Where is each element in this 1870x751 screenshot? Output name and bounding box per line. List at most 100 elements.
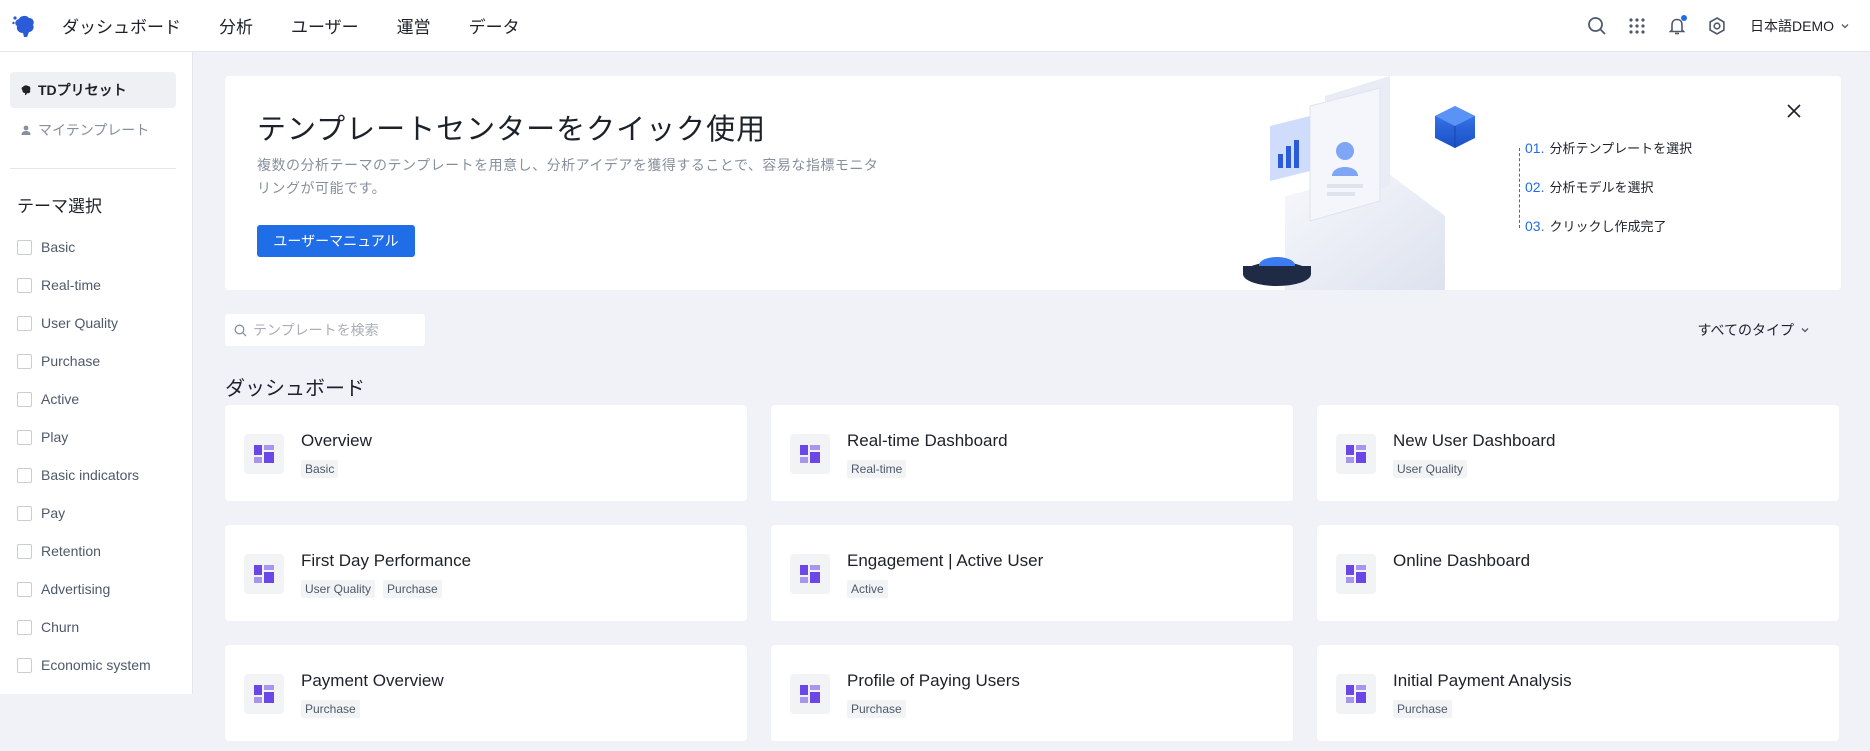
close-icon[interactable] [1785,102,1803,120]
theme-label: Basic indicators [41,467,140,483]
sidebar-tab-td-preset[interactable]: TDプリセット [10,72,176,108]
template-card[interactable]: First Day Performance User Quality Purchas… [225,525,747,621]
checkbox[interactable] [17,353,32,369]
language-switcher[interactable]: 日本語DEMO [1750,16,1850,36]
theme-checkbox-advertising[interactable]: Advertising [17,570,151,608]
steps-list: 01. 分析テンプレートを選択 02. 分析モデルを選択 03. クリックし作成完了 [1519,128,1692,245]
template-card[interactable]: Overview Basic [225,405,747,501]
dashboard-icon [1336,554,1376,594]
card-tag: Purchase [301,700,360,718]
card-tags: Real-time [847,460,914,478]
sidebar-tab-my-templates[interactable]: マイテンプレート [10,112,176,148]
nav-data[interactable]: データ [469,13,520,38]
theme-label: Economic system [41,657,151,673]
step-3: 03. クリックし作成完了 [1525,206,1692,245]
dashboard-icon [790,554,830,594]
checkbox[interactable] [17,619,32,635]
template-card[interactable]: Real-time Dashboard Real-time [771,405,1293,501]
theme-checkbox-retention[interactable]: Retention [17,532,151,570]
template-search[interactable] [225,314,425,346]
step-2: 02. 分析モデルを選択 [1525,167,1692,206]
step-label: 分析モデルを選択 [1549,180,1654,195]
search-icon [234,324,247,336]
card-tags: User Quality [1393,460,1475,478]
theme-label: Advertising [41,581,111,597]
theme-label: User Quality [41,315,119,331]
theme-checkbox-pay[interactable]: Pay [17,494,151,532]
card-tag: Basic [301,460,339,478]
theme-checkbox-churn[interactable]: Churn [17,608,151,646]
dashboard-icon [244,674,284,714]
checkbox[interactable] [17,543,32,559]
theme-checkbox-play[interactable]: Play [17,418,151,456]
settings-gear-icon[interactable] [1706,15,1728,37]
card-tag: Purchase [1393,700,1452,718]
template-card[interactable]: Profile of Paying Users Purchase [771,645,1293,741]
template-card[interactable]: Initial Payment Analysis Purchase [1317,645,1839,741]
nav-dashboard[interactable]: ダッシュボード [62,13,181,38]
theme-label: Real-time [41,277,101,293]
search-icon[interactable] [1586,15,1608,37]
type-filter-dropdown[interactable]: すべてのタイプ [1698,320,1810,340]
apps-grid-icon[interactable] [1626,15,1648,37]
nav-users[interactable]: ユーザー [291,13,359,38]
user-icon [20,124,32,136]
theme-checkbox-economic-system[interactable]: Economic system [17,646,151,684]
card-title: Initial Payment Analysis [1393,671,1572,690]
checkbox[interactable] [17,315,32,331]
theme-checkbox-active[interactable]: Active [17,380,151,418]
checkbox[interactable] [17,505,32,521]
language-label: 日本語DEMO [1750,17,1834,34]
card-title: Engagement | Active User [847,551,1044,570]
dashboard-icon [790,434,830,474]
search-input[interactable] [253,322,413,338]
card-tags: Purchase [1393,700,1460,718]
main-menu: ダッシュボード 分析 ユーザー 運営 データ [62,13,558,38]
template-card[interactable]: Online Dashboard [1317,525,1839,621]
brand-logo[interactable] [6,8,42,44]
checkbox[interactable] [17,581,32,597]
sidebar-tab-label: TDプリセット [38,82,127,98]
theme-checkbox-user-quality[interactable]: User Quality [17,304,151,342]
template-card[interactable]: Engagement | Active User Active [771,525,1293,621]
checkbox[interactable] [17,391,32,407]
card-title: Payment Overview [301,671,444,690]
checkbox[interactable] [17,239,32,255]
user-manual-button[interactable]: ユーザーマニュアル [257,225,415,257]
chevron-down-icon [1801,328,1809,333]
checkbox[interactable] [17,467,32,483]
step-label: クリックし作成完了 [1549,219,1667,234]
theme-checkbox-purchase[interactable]: Purchase [17,342,151,380]
notification-bell-icon[interactable] [1666,14,1688,37]
theme-checkbox-basic-indicators[interactable]: Basic indicators [17,456,151,494]
dashboard-icon [244,434,284,474]
card-tags: Purchase [301,700,368,718]
dashboard-icon [244,554,284,594]
card-title: Real-time Dashboard [847,431,1008,450]
chevron-down-icon [1841,23,1849,28]
checkbox[interactable] [17,429,32,445]
theme-checkbox-basic[interactable]: Basic [17,228,151,266]
card-tag: Real-time [847,460,907,478]
step-1: 01. 分析テンプレートを選択 [1525,128,1692,167]
card-tag: Purchase [383,580,442,598]
checkbox[interactable] [17,277,32,293]
template-card[interactable]: New User Dashboard User Quality [1317,405,1839,501]
theme-checkbox-real-time[interactable]: Real-time [17,266,151,304]
top-navigation: ダッシュボード 分析 ユーザー 運営 データ 日本語DEMO [0,0,1870,52]
notification-dot [1681,14,1687,21]
theme-filter-list: Basic Real-time User Quality Purchase Ac… [17,228,151,684]
checkbox[interactable] [17,657,32,673]
steps-connector [1519,148,1539,228]
nav-analysis[interactable]: 分析 [219,13,253,38]
card-title: Online Dashboard [1393,551,1531,570]
banner-description: 複数の分析テーマのテンプレートを用意し、分析アイデアを獲得することで、容易な指標… [257,157,879,196]
card-tag: User Quality [301,580,376,598]
card-title: New User Dashboard [1393,431,1556,450]
template-card[interactable]: Payment Overview Purchase [225,645,747,741]
card-tags: Active [847,580,896,598]
type-filter-label: すべてのタイプ [1697,322,1794,338]
nav-operations[interactable]: 運営 [397,13,431,38]
card-title: Overview [301,431,372,450]
card-tag: Purchase [847,700,906,718]
